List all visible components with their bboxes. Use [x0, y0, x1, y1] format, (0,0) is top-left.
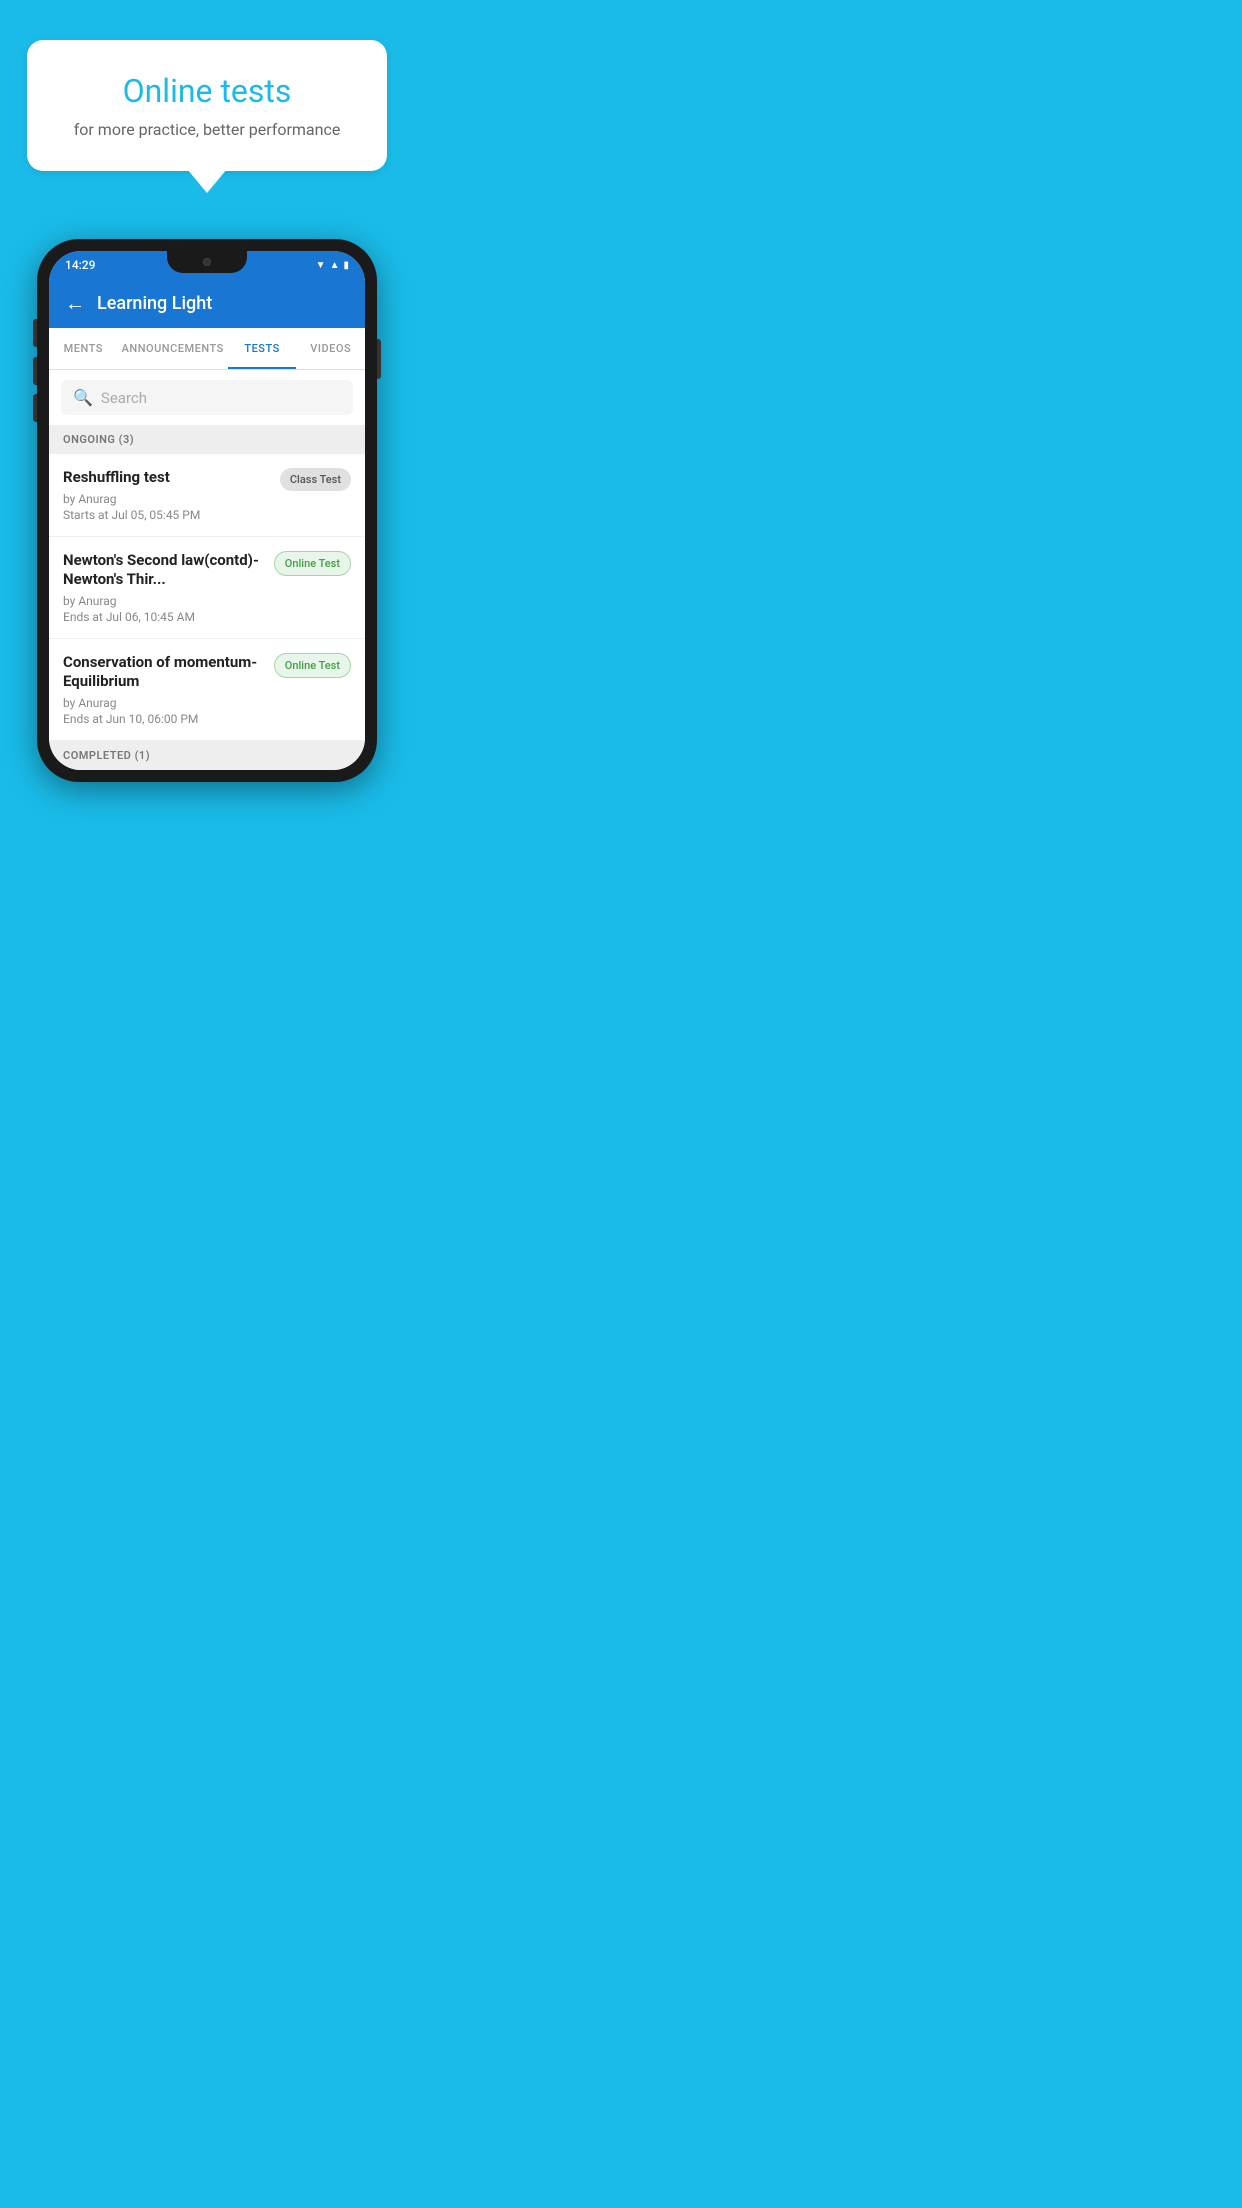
hero-section: Online tests for more practice, better p…	[0, 0, 414, 191]
power-button	[377, 339, 381, 379]
tab-tests[interactable]: TESTS	[228, 328, 297, 369]
app-header: ← Learning Light	[49, 279, 365, 328]
test-info: Newton's Second law(contd)-Newton's Thir…	[63, 551, 264, 624]
test-by: by Anurag	[63, 492, 270, 506]
battery-icon: ▮	[343, 260, 349, 271]
phone-screen: 14:29 ▼ ▲ ▮ ← Learning Light MENTS ANNOU…	[49, 251, 365, 770]
volume-up-button	[33, 319, 37, 347]
tabs-container: MENTS ANNOUNCEMENTS TESTS VIDEOS	[49, 328, 365, 370]
speech-bubble: Online tests for more practice, better p…	[27, 40, 387, 171]
tab-announcements[interactable]: ANNOUNCEMENTS	[118, 328, 228, 369]
test-name: Reshuffling test	[63, 468, 270, 488]
search-icon: 🔍	[73, 388, 93, 407]
wifi-icon: ▼	[316, 260, 326, 271]
search-placeholder: Search	[101, 389, 147, 407]
test-by: by Anurag	[63, 594, 264, 608]
test-item[interactable]: Newton's Second law(contd)-Newton's Thir…	[49, 537, 365, 639]
status-time: 14:29	[65, 258, 95, 272]
tests-list: Reshuffling test by Anurag Starts at Jul…	[49, 454, 365, 741]
test-item[interactable]: Reshuffling test by Anurag Starts at Jul…	[49, 454, 365, 537]
phone-notch	[167, 251, 247, 273]
badge-online-test: Online Test	[274, 653, 351, 678]
test-name: Conservation of momentum-Equilibrium	[63, 653, 264, 692]
search-container: 🔍 Search	[49, 370, 365, 425]
badge-class-test: Class Test	[280, 468, 351, 491]
bubble-title: Online tests	[55, 72, 359, 110]
bubble-subtitle: for more practice, better performance	[55, 120, 359, 139]
test-date: Ends at Jun 10, 06:00 PM	[63, 712, 264, 726]
volume-down-button	[33, 357, 37, 385]
test-date: Starts at Jul 05, 05:45 PM	[63, 508, 270, 522]
front-camera	[203, 258, 211, 266]
search-input-wrapper[interactable]: 🔍 Search	[61, 380, 353, 415]
test-info: Reshuffling test by Anurag Starts at Jul…	[63, 468, 270, 522]
test-date: Ends at Jul 06, 10:45 AM	[63, 610, 264, 624]
test-info: Conservation of momentum-Equilibrium by …	[63, 653, 264, 726]
completed-section-header: COMPLETED (1)	[49, 741, 365, 770]
ongoing-section-header: ONGOING (3)	[49, 425, 365, 454]
test-item[interactable]: Conservation of momentum-Equilibrium by …	[49, 639, 365, 741]
badge-online-test: Online Test	[274, 551, 351, 576]
back-button[interactable]: ←	[65, 291, 85, 316]
test-name: Newton's Second law(contd)-Newton's Thir…	[63, 551, 264, 590]
status-icons: ▼ ▲ ▮	[316, 260, 349, 271]
phone-mockup: 14:29 ▼ ▲ ▮ ← Learning Light MENTS ANNOU…	[37, 239, 377, 782]
tab-videos[interactable]: VIDEOS	[296, 328, 365, 369]
signal-icon: ▲	[330, 260, 340, 271]
silent-button	[33, 394, 37, 422]
test-by: by Anurag	[63, 696, 264, 710]
app-title: Learning Light	[97, 293, 212, 314]
tab-ments[interactable]: MENTS	[49, 328, 118, 369]
